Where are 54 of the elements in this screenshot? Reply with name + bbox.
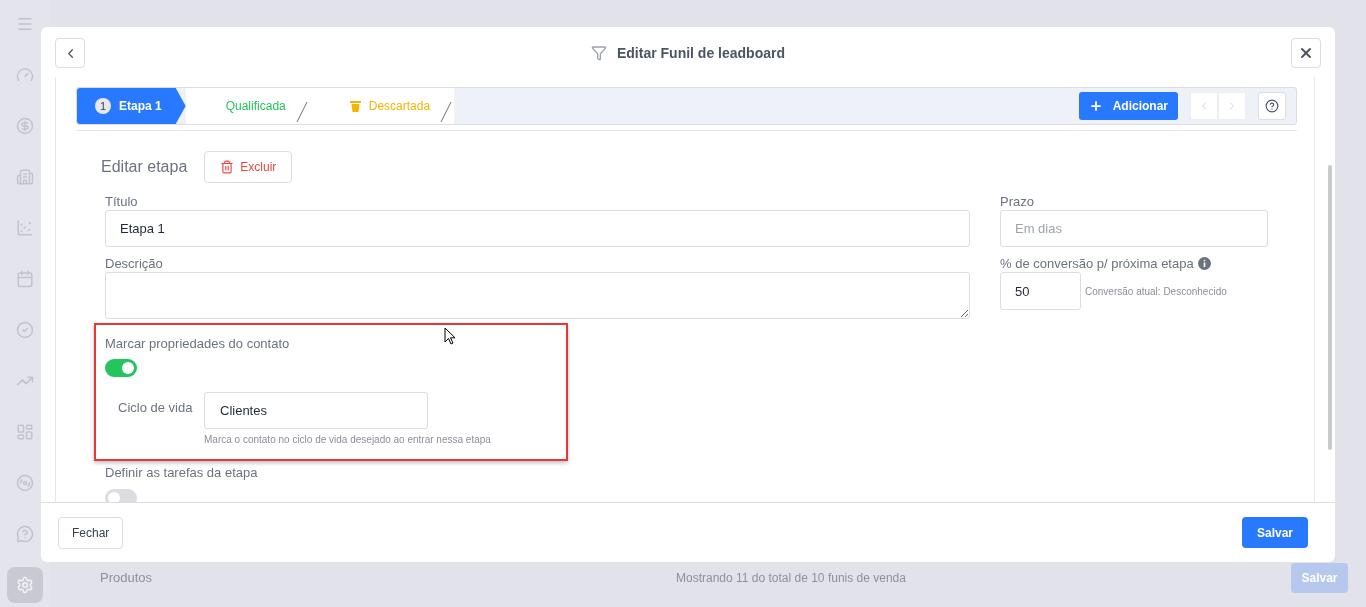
- check-circle-icon: [16, 321, 34, 339]
- save-button[interactable]: Salvar: [1241, 517, 1308, 548]
- toggle-switch[interactable]: [105, 489, 137, 502]
- next-button[interactable]: [1218, 92, 1246, 120]
- description-input[interactable]: [105, 272, 970, 319]
- dashboard-icon: [16, 423, 34, 441]
- settings-icon: [16, 576, 34, 594]
- help-icon: [1265, 99, 1279, 113]
- help-button[interactable]: [1258, 92, 1286, 120]
- field-hint: Marca o contato no ciclo de vida desejado ao entrar nessa etapa: [204, 433, 491, 447]
- funnel-icon: [591, 45, 607, 61]
- info-icon: [1197, 257, 1211, 270]
- toggle-switch[interactable]: [105, 359, 137, 377]
- title-input[interactable]: Etapa 1: [105, 210, 970, 247]
- step-number: 1: [95, 98, 111, 114]
- step-tab[interactable]: Qualificada: [185, 88, 310, 124]
- trash-icon: [349, 100, 361, 112]
- conversion-input[interactable]: 50: [1000, 272, 1081, 310]
- modal-title: Editar Funil de leadboard: [617, 43, 785, 63]
- calendar-icon: [16, 270, 34, 288]
- close-icon: [1298, 45, 1314, 61]
- field-hint: Conversão atual: Desconhecido: [1085, 284, 1227, 299]
- trash-icon: [220, 160, 235, 174]
- gauge-icon: [16, 66, 34, 84]
- field-label: Ciclo de vida: [118, 399, 194, 417]
- add-button[interactable]: Adicionar: [1078, 92, 1178, 120]
- field-label: Definir as tarefas da etapa: [105, 464, 259, 481]
- close-button[interactable]: Fechar: [58, 516, 124, 549]
- step-divider-icon: [295, 101, 308, 123]
- help-chat-icon: [16, 525, 34, 543]
- step-divider-icon: [440, 101, 453, 123]
- sidebar-item[interactable]: [7, 567, 43, 603]
- delete-button[interactable]: Excluir: [204, 151, 293, 183]
- chart-icon: [16, 219, 34, 237]
- close-button[interactable]: [1291, 38, 1321, 68]
- plus-icon: [1088, 99, 1103, 113]
- dollar-icon: [16, 117, 34, 135]
- previous-button[interactable]: [1190, 92, 1218, 120]
- footer-text: Mostrando 11 do total de 10 funis de venda: [676, 570, 907, 587]
- field-label: % de conversão p/ próxima etapa: [1000, 255, 1194, 272]
- field-label: Título: [105, 193, 139, 210]
- step-tab[interactable]: 1 Etapa 1: [77, 88, 186, 124]
- lifecycle-input[interactable]: Clientes: [204, 392, 428, 429]
- field-label: Prazo: [1000, 193, 1035, 210]
- back-button[interactable]: [55, 38, 85, 68]
- section-title: Editar etapa: [101, 157, 188, 177]
- section-label: Produtos: [100, 569, 154, 588]
- disc-icon: [16, 474, 34, 492]
- building-icon: [16, 168, 34, 186]
- field-label: Marcar propriedades do contato: [105, 335, 290, 352]
- field-label: Descrição: [105, 255, 164, 272]
- deadline-input[interactable]: Em dias: [1000, 210, 1268, 247]
- mouse-cursor-icon: [444, 327, 456, 345]
- menu-icon: [16, 15, 34, 33]
